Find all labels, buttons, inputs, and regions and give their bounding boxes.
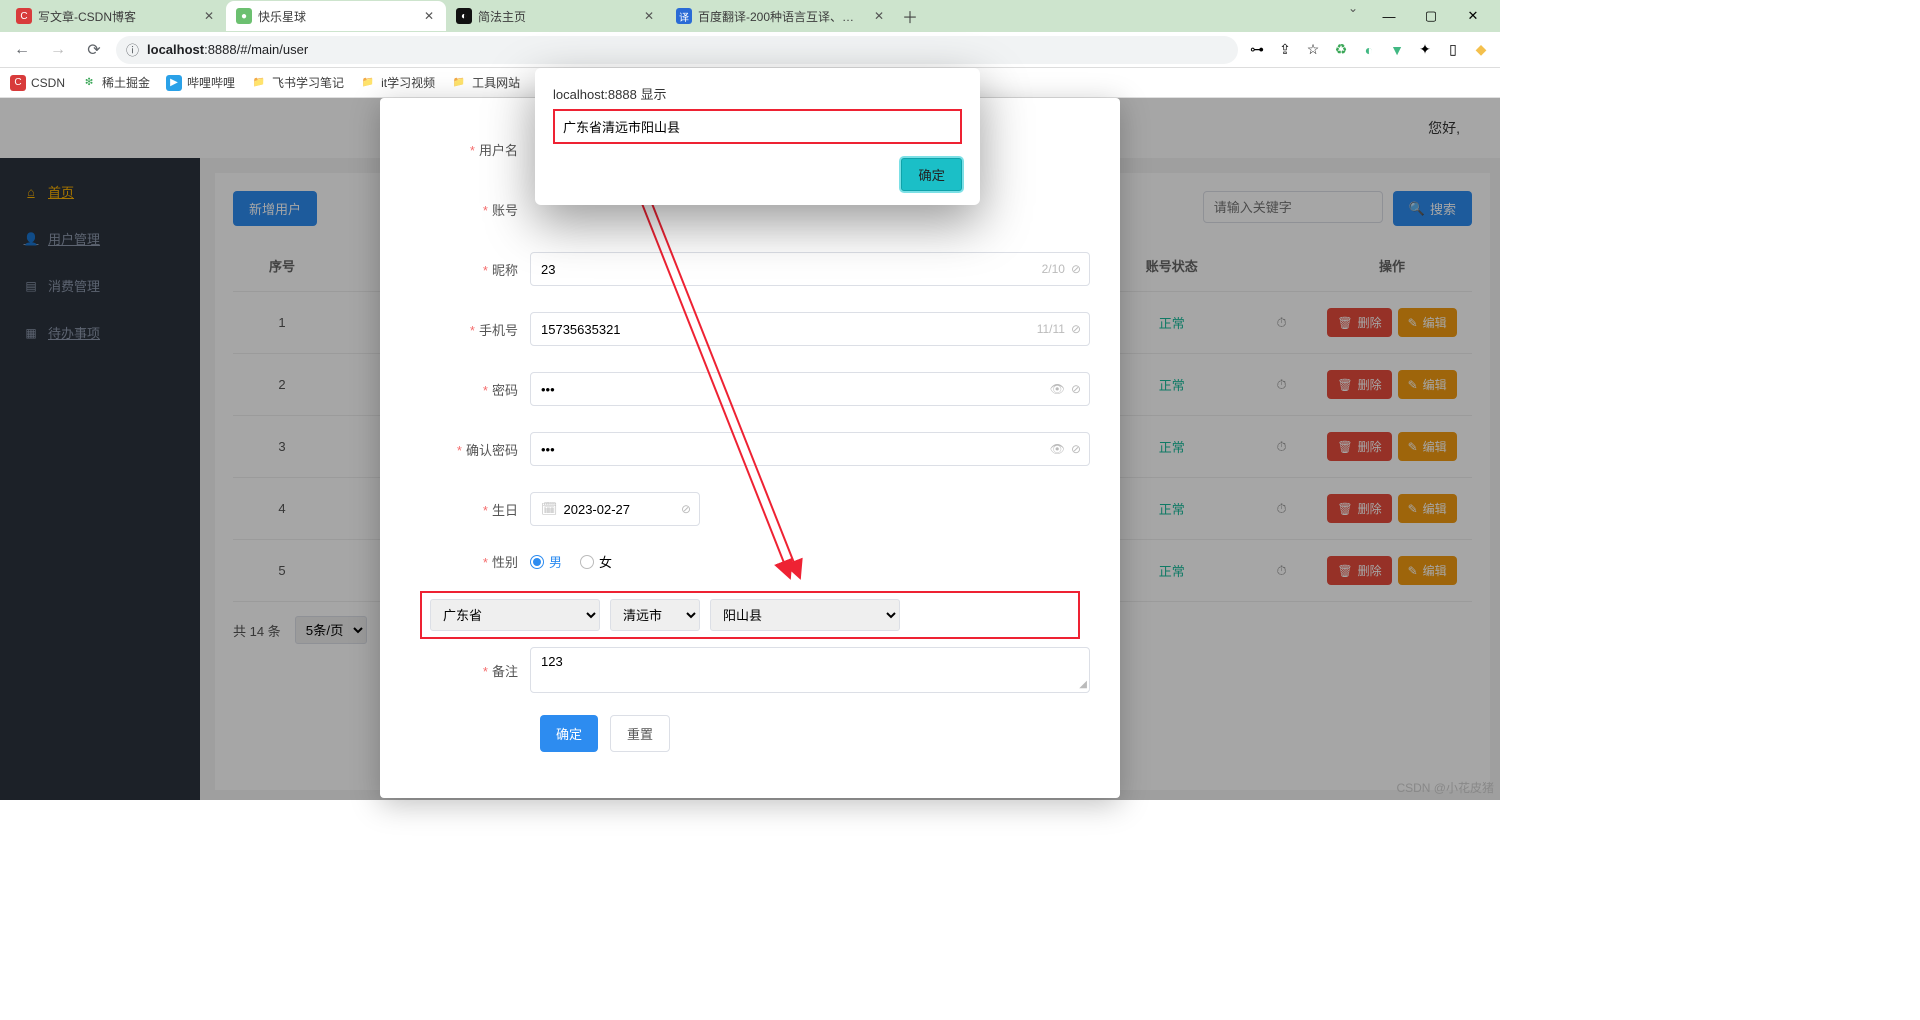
input-phone[interactable]: 15735635321 11/11⊘ bbox=[530, 312, 1090, 346]
label-username: 用户名 bbox=[410, 140, 530, 159]
key-icon[interactable]: ⊶ bbox=[1246, 39, 1268, 61]
tab-title: 百度翻译-200种语言互译、沟通… bbox=[698, 8, 866, 25]
jianfa-favicon: ◐ bbox=[456, 8, 472, 24]
tab-csdn[interactable]: C 写文章-CSDN博客 ✕ bbox=[6, 1, 226, 31]
input-nickname[interactable]: 23 2/10⊘ bbox=[530, 252, 1090, 286]
radio-female[interactable]: 女 bbox=[580, 552, 612, 571]
minimize-button[interactable]: — bbox=[1368, 1, 1410, 31]
label-password: 密码 bbox=[410, 380, 530, 399]
page: 您好, ⌂首页 👤用户管理 ▤消费管理 ▦待办事项 新增用户 🔍搜索 序号 用户… bbox=[0, 98, 1500, 800]
bilibili-icon: ▶ bbox=[166, 75, 182, 91]
gender-radio-group: 男 女 bbox=[530, 552, 612, 571]
tabs-bar: C 写文章-CSDN博客 ✕ ● 快乐星球 ✕ ◐ 简法主页 ✕ 译 百度翻译-… bbox=[0, 0, 1500, 32]
alert-ok-button[interactable]: 确定 bbox=[901, 158, 962, 191]
radio-off-icon bbox=[580, 555, 594, 569]
csdn-favicon: C bbox=[16, 8, 32, 24]
maximize-button[interactable]: ▢ bbox=[1410, 1, 1452, 31]
share-icon[interactable]: ⇪ bbox=[1274, 39, 1296, 61]
char-count: 11/11 bbox=[1037, 322, 1065, 336]
select-county[interactable]: 阳山县 bbox=[710, 599, 900, 631]
close-icon[interactable]: ✕ bbox=[422, 9, 436, 23]
select-province[interactable]: 广东省 bbox=[430, 599, 600, 631]
close-icon[interactable]: ✕ bbox=[642, 9, 656, 23]
check-circle-icon: ⊘ bbox=[1071, 262, 1081, 276]
panel-icon[interactable]: ▯ bbox=[1442, 39, 1464, 61]
select-city[interactable]: 清远市 bbox=[610, 599, 700, 631]
ext-icon-2[interactable]: ◆ bbox=[1470, 39, 1492, 61]
reset-button[interactable]: 重置 bbox=[610, 715, 670, 752]
bookmark-tools[interactable]: 📁工具网站 bbox=[451, 74, 520, 91]
reload-button[interactable]: ⟳ bbox=[80, 36, 108, 64]
check-circle-icon: ⊘ bbox=[681, 502, 691, 516]
alert-message: 广东省清远市阳山县 bbox=[553, 109, 962, 144]
back-button[interactable]: ← bbox=[8, 36, 36, 64]
check-circle-icon: ⊘ bbox=[1071, 322, 1081, 336]
close-icon[interactable]: ✕ bbox=[202, 9, 216, 23]
info-icon: ⓘ bbox=[126, 40, 139, 59]
label-gender: 性别 bbox=[410, 552, 530, 571]
tab-baidu-translate[interactable]: 译 百度翻译-200种语言互译、沟通… ✕ bbox=[666, 1, 896, 31]
close-icon[interactable]: ✕ bbox=[872, 9, 886, 23]
js-alert-dialog: localhost:8888 显示 广东省清远市阳山县 确定 bbox=[535, 68, 980, 205]
eye-icon[interactable]: 👁 bbox=[1050, 382, 1065, 396]
region-cascader: 广东省 清远市 阳山县 bbox=[420, 591, 1080, 639]
bookmark-bilibili[interactable]: ▶哔哩哔哩 bbox=[166, 74, 235, 91]
translate-favicon: 译 bbox=[676, 8, 692, 24]
forward-button[interactable]: → bbox=[44, 36, 72, 64]
globe-favicon: ● bbox=[236, 8, 252, 24]
resize-handle-icon[interactable]: ◢ bbox=[1079, 679, 1087, 690]
close-window-button[interactable]: ✕ bbox=[1452, 1, 1494, 31]
label-remark: 备注 bbox=[410, 661, 530, 680]
star-icon[interactable]: ☆ bbox=[1302, 39, 1324, 61]
watermark: CSDN @小花皮猪 bbox=[1396, 779, 1494, 796]
url-input[interactable]: ⓘ localhost:8888/#/main/user bbox=[116, 36, 1238, 64]
input-remark[interactable]: 123 ◢ bbox=[530, 647, 1090, 693]
input-password[interactable]: ••• 👁⊘ bbox=[530, 372, 1090, 406]
folder-icon: 📁 bbox=[451, 75, 467, 91]
tab-title: 快乐星球 bbox=[258, 8, 416, 25]
bookmark-juejin[interactable]: ❇稀土掘金 bbox=[81, 74, 150, 91]
submit-button[interactable]: 确定 bbox=[540, 715, 598, 752]
label-account: 账号 bbox=[410, 200, 530, 219]
radio-on-icon bbox=[530, 555, 544, 569]
calendar-icon: 🗓 bbox=[541, 501, 558, 517]
folder-icon: 📁 bbox=[360, 75, 376, 91]
input-birthday[interactable]: 🗓 2023-02-27 ⊘ bbox=[530, 492, 700, 526]
label-confirm: 确认密码 bbox=[410, 440, 530, 459]
label-birthday: 生日 bbox=[410, 500, 530, 519]
tab-title: 写文章-CSDN博客 bbox=[38, 8, 196, 25]
label-phone: 手机号 bbox=[410, 320, 530, 339]
check-circle-icon: ⊘ bbox=[1071, 382, 1081, 396]
recycle-icon[interactable]: ♻ bbox=[1330, 39, 1352, 61]
toolbar-right: ⊶ ⇪ ☆ ♻ ◐ ▼ ✦ ▯ ◆ bbox=[1246, 39, 1492, 61]
check-circle-icon: ⊘ bbox=[1071, 442, 1081, 456]
radio-male[interactable]: 男 bbox=[530, 552, 562, 571]
char-count: 2/10 bbox=[1042, 262, 1065, 276]
eye-icon[interactable]: 👁 bbox=[1050, 442, 1065, 456]
alert-title: localhost:8888 显示 bbox=[553, 84, 962, 103]
url-text: localhost:8888/#/main/user bbox=[147, 42, 308, 57]
ext-icon-1[interactable]: ◐ bbox=[1358, 39, 1380, 61]
bookmark-feishu[interactable]: 📁飞书学习笔记 bbox=[251, 74, 344, 91]
folder-icon: 📁 bbox=[251, 75, 267, 91]
juejin-icon: ❇ bbox=[81, 75, 97, 91]
modal-footer: 确定 重置 bbox=[540, 715, 1090, 752]
bookmark-csdn[interactable]: CCSDN bbox=[10, 75, 65, 91]
bookmark-it-video[interactable]: 📁it学习视频 bbox=[360, 74, 435, 91]
address-bar: ← → ⟳ ⓘ localhost:8888/#/main/user ⊶ ⇪ ☆… bbox=[0, 32, 1500, 68]
vue-icon[interactable]: ▼ bbox=[1386, 39, 1408, 61]
tab-happy-planet[interactable]: ● 快乐星球 ✕ bbox=[226, 1, 446, 31]
window-controls: ⌄ — ▢ ✕ bbox=[1338, 1, 1494, 31]
new-tab-button[interactable]: ＋ bbox=[896, 4, 924, 28]
input-confirm-password[interactable]: ••• 👁⊘ bbox=[530, 432, 1090, 466]
csdn-icon: C bbox=[10, 75, 26, 91]
puzzle-icon[interactable]: ✦ bbox=[1414, 39, 1436, 61]
tab-title: 简法主页 bbox=[478, 8, 636, 25]
label-nickname: 昵称 bbox=[410, 260, 530, 279]
tab-jianfa[interactable]: ◐ 简法主页 ✕ bbox=[446, 1, 666, 31]
tabs-dropdown-icon[interactable]: ⌄ bbox=[1338, 1, 1368, 31]
